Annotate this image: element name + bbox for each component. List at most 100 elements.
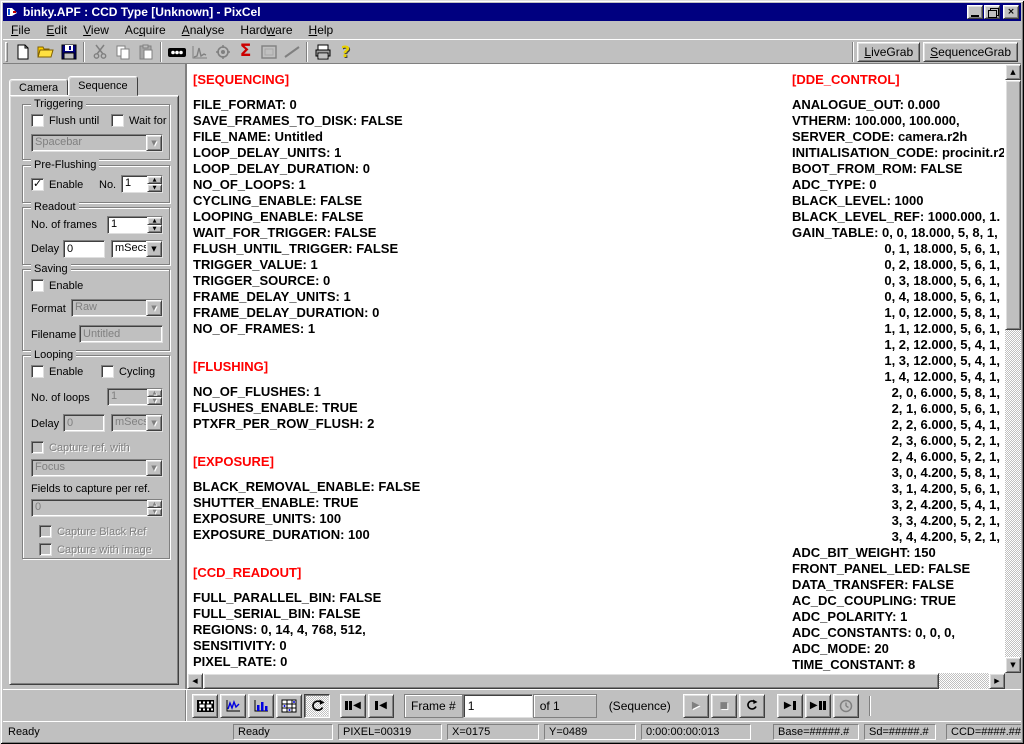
minimize-button[interactable] (967, 5, 983, 19)
pre-flush-enable-checkbox[interactable] (31, 178, 44, 191)
menu-file[interactable]: File (3, 22, 38, 38)
help-button[interactable]: ? (334, 41, 357, 63)
vertical-scroll-thumb[interactable] (1005, 80, 1021, 330)
document-area: [SEQUENCING]FILE_FORMAT: 0SAVE_FRAMES_TO… (185, 64, 1021, 689)
next-frame-button[interactable]: ▶ (777, 694, 803, 718)
horizontal-scrollbar[interactable]: ◀ ▶ (187, 673, 1005, 689)
menu-edit[interactable]: Edit (38, 22, 75, 38)
wait-for-checkbox[interactable] (111, 114, 124, 127)
frames-spinner[interactable]: 1 ▲▼ (107, 216, 163, 234)
config-line: FULL_PARALLEL_BIN: FALSE (193, 590, 793, 606)
line-profile-button[interactable] (280, 41, 303, 63)
sequence-grab-button[interactable]: Sequence Grab (923, 42, 1018, 62)
fields-spinner: 0 ▲▼ (31, 499, 163, 517)
scroll-down-icon[interactable]: ▼ (1005, 657, 1021, 673)
rotate-view-button[interactable] (304, 694, 330, 718)
toolbar-separator (160, 42, 162, 62)
scroll-up-icon[interactable]: ▲ (1005, 64, 1021, 80)
region-button[interactable] (257, 41, 280, 63)
spin-up-icon: ▲ (147, 500, 162, 508)
config-line: ADC_CONSTANTS: 0, 0, 0, (792, 625, 1004, 641)
cut-button[interactable] (88, 41, 111, 63)
menu-analyse[interactable]: Analyse (174, 22, 233, 38)
region-icon (260, 44, 278, 60)
spin-up-icon[interactable]: ▲ (147, 176, 162, 184)
new-file-button[interactable] (11, 41, 34, 63)
cycling-checkbox[interactable] (101, 365, 114, 378)
first-frame-button[interactable]: ◀ (340, 694, 366, 718)
pre-flush-count-spinner[interactable]: 1 ▲▼ (121, 175, 163, 193)
paste-button[interactable] (134, 41, 157, 63)
triggering-group: Triggering Flush until Wait for Spacebar… (22, 104, 170, 160)
status-time: 0:00:00:00:013 (641, 724, 751, 740)
bar-chart-view-button[interactable] (248, 694, 274, 718)
section-heading: [CCD_READOUT] (193, 565, 793, 581)
flush-until-checkbox[interactable] (31, 114, 44, 127)
config-line: 1, 3, 12.000, 5, 4, 1, (792, 353, 1004, 369)
config-line: BLACK_LEVEL: 1000 (792, 193, 1004, 209)
histogram-button[interactable] (188, 41, 211, 63)
readout-delay-units-combo[interactable]: mSecs ▼ (111, 240, 163, 258)
spin-down-icon[interactable]: ▼ (147, 225, 162, 233)
looping-enable-checkbox[interactable] (31, 365, 44, 378)
config-line: SHUTTER_ENABLE: TRUE (193, 495, 793, 511)
spin-down-icon[interactable]: ▼ (147, 184, 162, 192)
tab-camera[interactable]: Camera (9, 79, 68, 96)
ccd-button[interactable] (165, 41, 188, 63)
tab-sequence[interactable]: Sequence (68, 76, 138, 96)
live-grab-button[interactable]: Live Grab (857, 42, 920, 62)
config-line: DATA_TRANSFER: FALSE (792, 577, 1004, 593)
menu-acquire[interactable]: Acquire (117, 22, 174, 38)
toolbar-separator (306, 42, 308, 62)
print-icon (314, 44, 332, 60)
rotate-icon (310, 699, 325, 713)
prev-frame-button[interactable]: ◀ (368, 694, 394, 718)
sum-button[interactable]: Σ (234, 41, 257, 63)
line-profile-icon (283, 44, 301, 60)
config-line: TIME_CONSTANT: 8 (792, 657, 1004, 673)
config-line: 0, 2, 18.000, 5, 6, 1, (792, 257, 1004, 273)
scroll-right-icon[interactable]: ▶ (989, 673, 1005, 689)
status-sd: Sd=#####.# (864, 724, 936, 740)
config-line: ADC_POLARITY: 1 (792, 609, 1004, 625)
timer-button[interactable] (833, 694, 859, 718)
section-spacer (193, 543, 793, 565)
config-line: FRAME_DELAY_DURATION: 0 (193, 305, 793, 321)
open-file-button[interactable] (34, 41, 57, 63)
last-frame-button[interactable]: ▶ (805, 694, 831, 718)
readout-delay-input[interactable]: 0 (63, 240, 105, 258)
config-line: 1, 1, 12.000, 5, 6, 1, (792, 321, 1004, 337)
horizontal-scroll-thumb[interactable] (203, 673, 939, 689)
config-line: 1, 4, 12.000, 5, 4, 1, (792, 369, 1004, 385)
vertical-scrollbar[interactable]: ▲ ▼ (1005, 64, 1021, 673)
stop-button[interactable]: ■ (711, 694, 737, 718)
menu-view[interactable]: View (75, 22, 117, 38)
close-button[interactable]: × (1003, 5, 1019, 19)
toolbar-grip[interactable] (5, 42, 8, 62)
capture-black-ref-label: Capture Black Ref (57, 526, 146, 538)
filmstrip-view-button[interactable] (192, 694, 218, 718)
dropdown-arrow-icon[interactable]: ▼ (146, 241, 162, 257)
copy-button[interactable] (111, 41, 134, 63)
toolbar-separator (83, 42, 85, 62)
play-button[interactable]: ▶ (683, 694, 709, 718)
status-pixel: PIXEL=00319 (338, 724, 442, 740)
scroll-left-icon[interactable]: ◀ (187, 673, 203, 689)
frame-total-label: of 1 (533, 694, 597, 718)
camera-settings-button[interactable] (211, 41, 234, 63)
config-line: FRAME_DELAY_UNITS: 1 (193, 289, 793, 305)
save-button[interactable] (57, 41, 80, 63)
menu-help[interactable]: Help (301, 22, 342, 38)
config-line: LOOP_DELAY_DURATION: 0 (193, 161, 793, 177)
loop-button[interactable] (739, 694, 765, 718)
grid-view-button[interactable] (276, 694, 302, 718)
menu-hardware[interactable]: Hardware (232, 22, 300, 38)
restore-button[interactable] (984, 5, 1000, 19)
saving-enable-checkbox[interactable] (31, 279, 44, 292)
pre-flush-count-value: 1 (122, 176, 147, 192)
line-plot-view-button[interactable] (220, 694, 246, 718)
frame-number-input[interactable]: 1 (463, 694, 533, 718)
print-button[interactable] (311, 41, 334, 63)
spin-up-icon[interactable]: ▲ (147, 217, 162, 225)
config-line: 3, 4, 4.200, 5, 2, 1, (792, 529, 1004, 545)
